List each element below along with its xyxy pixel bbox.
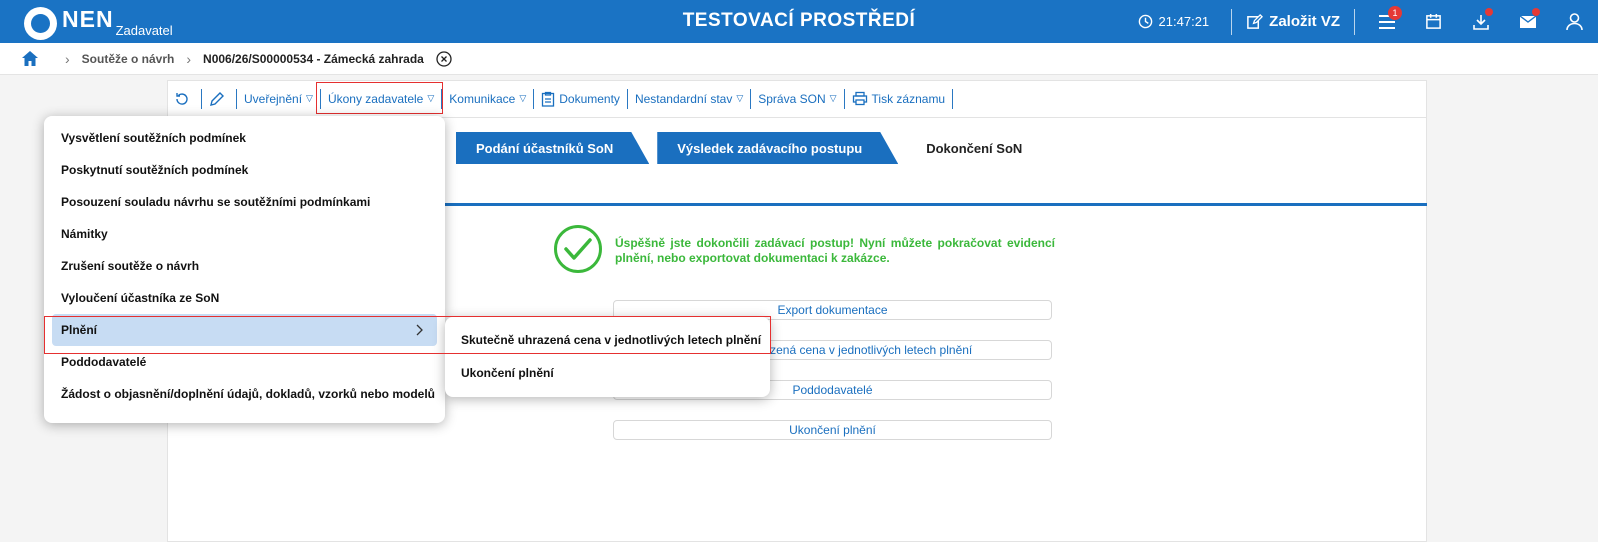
submenu-item[interactable]: Ukončení plnění <box>445 356 770 389</box>
menu-item[interactable]: Poskytnutí soutěžních podmínek <box>44 154 445 186</box>
refresh-icon <box>176 92 188 105</box>
messages-dot <box>1532 8 1540 16</box>
publish-label: Uveřejnění <box>244 91 303 106</box>
create-vz-button[interactable]: Založit VZ <box>1246 13 1340 30</box>
triangle-down-icon: ▽ <box>306 93 313 103</box>
menu-item-performance[interactable]: Plnění <box>52 314 437 346</box>
clock-time: 21:47:21 <box>1158 14 1210 29</box>
home-icon[interactable] <box>21 50 39 67</box>
communication-menu[interactable]: Komunikace ▽ <box>442 88 535 109</box>
divider <box>1354 8 1355 35</box>
menu-item[interactable]: Posouzení souladu návrhu se soutěžními p… <box>44 186 445 218</box>
nonstandard-menu[interactable]: Nestandardní stav ▽ <box>628 88 752 109</box>
action-toolbar: Uveřejnění ▽ Úkony zadavatele ▽ Komunikace… <box>167 80 1427 118</box>
top-bar: NEN Zadavatel TESTOVACÍ PROSTŘEDÍ 21:47:… <box>0 0 1598 43</box>
menu-item[interactable]: Žádost o objasnění/doplnění údajů, dokla… <box>44 378 445 410</box>
tab-result[interactable]: Výsledek zadávacího postupu <box>657 132 898 164</box>
menu-item[interactable]: Vysvětlení soutěžních podmínek <box>44 122 445 154</box>
actions-dropdown: Vysvětlení soutěžních podmínek Poskytnut… <box>44 116 445 423</box>
actions-menu[interactable]: Úkony zadavatele ▽ <box>321 88 443 109</box>
son-admin-label: Správa SON <box>758 91 826 106</box>
chevron-right-icon: › <box>186 50 192 67</box>
mail-icon <box>1519 14 1536 28</box>
user-icon <box>1566 12 1583 30</box>
menu-item[interactable]: Námitky <box>44 218 445 250</box>
create-vz-label: Založit VZ <box>1269 13 1340 30</box>
session-clock: 21:47:21 <box>1138 14 1210 29</box>
refresh-button[interactable] <box>167 88 202 109</box>
breadcrumb: › Soutěže o návrh › N006/26/S00000534 - … <box>0 43 1598 75</box>
downloads-button[interactable] <box>1457 0 1504 43</box>
divider <box>1231 8 1233 35</box>
performance-submenu: Skutečně uhrazená cena v jednotlivých le… <box>445 317 770 397</box>
submenu-item[interactable]: Skutečně uhrazená cena v jednotlivých le… <box>445 323 770 356</box>
documents-label: Dokumenty <box>559 91 620 106</box>
menu-item[interactable]: Vyloučení účastníka ze SoN <box>44 282 445 314</box>
son-admin-menu[interactable]: Správa SON ▽ <box>751 88 845 109</box>
actions-label: Úkony zadavatele <box>327 91 424 106</box>
menu-button[interactable]: 1 <box>1363 0 1410 43</box>
documents-button[interactable]: Dokumenty <box>534 88 628 109</box>
tab-bar: Podání účastníků SoN Výsledek zadávacího… <box>456 132 1066 164</box>
menu-item-label: Plnění <box>61 323 98 337</box>
calendar-icon <box>1426 13 1441 29</box>
breadcrumb-link[interactable]: Soutěže o návrh <box>82 52 175 66</box>
success-message: Úspěšně jste dokončili zadávací postup! … <box>615 236 1055 265</box>
chevron-right-icon <box>416 324 423 336</box>
communication-label: Komunikace <box>449 91 516 106</box>
menu-item[interactable]: Poddodavatelé <box>44 346 445 378</box>
downloads-dot <box>1485 8 1493 16</box>
edit-icon <box>1247 13 1264 29</box>
clock-icon <box>1138 14 1152 29</box>
close-icon[interactable] <box>436 50 452 67</box>
end-performance-button[interactable]: Ukončení plnění <box>613 420 1052 440</box>
nonstandard-label: Nestandardní stav <box>634 91 733 106</box>
breadcrumb-current: N006/26/S00000534 - Zámecká zahrada <box>203 51 424 66</box>
printer-icon <box>852 91 867 106</box>
triangle-down-icon: ▽ <box>736 93 744 103</box>
edit-button[interactable] <box>202 88 237 109</box>
triangle-down-icon: ▽ <box>519 93 527 103</box>
tab-completion[interactable]: Dokončení SoN <box>906 132 1058 164</box>
messages-button[interactable] <box>1504 0 1551 43</box>
clipboard-icon <box>542 91 555 107</box>
checkmark-circle-icon <box>554 225 602 273</box>
pencil-icon <box>210 91 224 106</box>
profile-button[interactable] <box>1551 0 1598 43</box>
chevron-right-icon: › <box>65 50 70 67</box>
triangle-down-icon: ▽ <box>427 93 435 103</box>
triangle-down-icon: ▽ <box>829 93 837 103</box>
print-button[interactable]: Tisk záznamu <box>845 88 954 109</box>
tab-submissions[interactable]: Podání účastníků SoN <box>456 132 649 164</box>
menu-item[interactable]: Zrušení soutěže o návrh <box>44 250 445 282</box>
print-label: Tisk záznamu <box>871 91 946 106</box>
calendar-button[interactable] <box>1410 0 1457 43</box>
notification-badge: 1 <box>1388 6 1402 20</box>
publish-menu[interactable]: Uveřejnění ▽ <box>237 88 321 109</box>
